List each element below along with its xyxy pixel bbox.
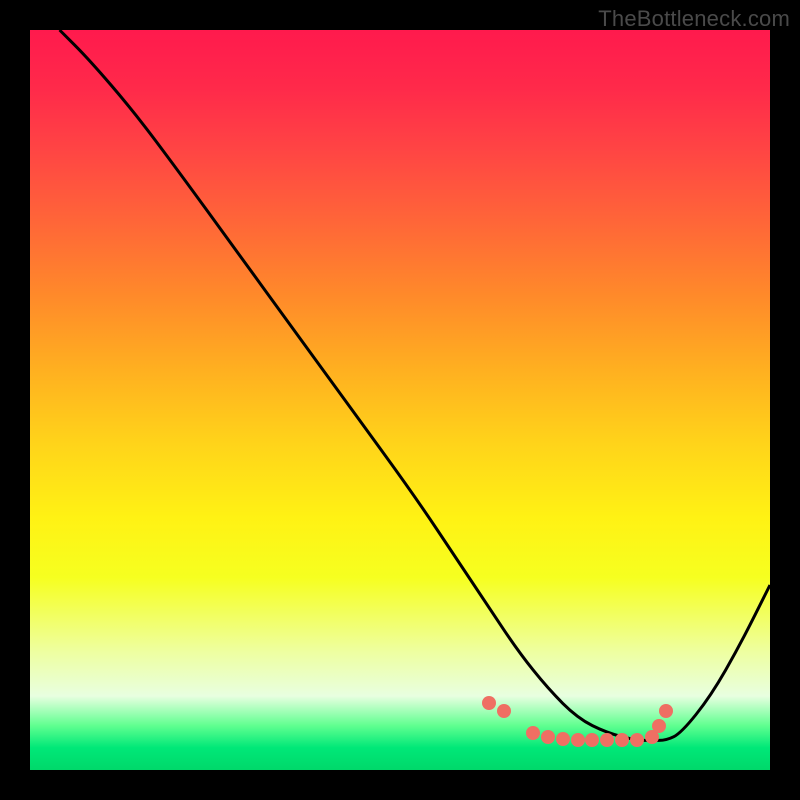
marker-dot xyxy=(630,733,644,747)
marker-dot xyxy=(556,732,570,746)
marker-dot xyxy=(541,730,555,744)
marker-dot xyxy=(659,704,673,718)
chart-frame: TheBottleneck.com xyxy=(0,0,800,800)
marker-dot xyxy=(497,704,511,718)
marker-dot xyxy=(652,719,666,733)
plot-area xyxy=(30,30,770,770)
curve-layer xyxy=(30,30,770,770)
marker-dot xyxy=(615,733,629,747)
marker-dot xyxy=(600,733,614,747)
marker-dot xyxy=(482,696,496,710)
marker-dot xyxy=(526,726,540,740)
marker-dot xyxy=(571,733,585,747)
curve-path xyxy=(60,30,770,740)
marker-dot xyxy=(585,733,599,747)
watermark-text: TheBottleneck.com xyxy=(598,6,790,32)
